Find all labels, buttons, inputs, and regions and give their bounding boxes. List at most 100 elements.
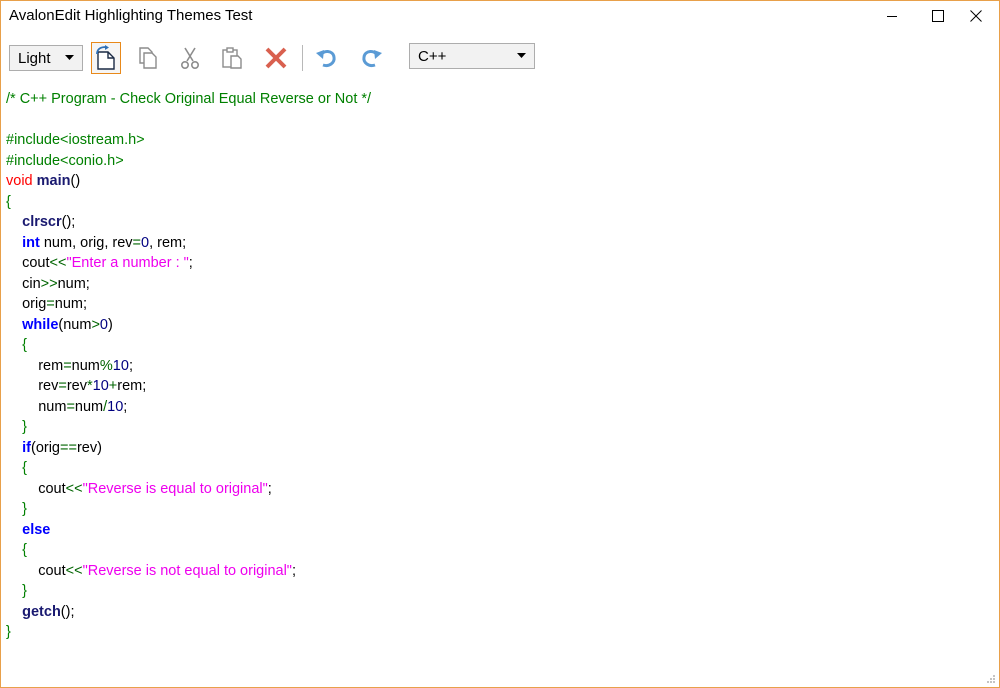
code-token: ;: [267, 480, 272, 497]
code-line[interactable]: {: [6, 192, 989, 213]
code-line[interactable]: cout<<"Reverse is equal to original";: [6, 479, 989, 500]
code-line[interactable]: }: [6, 417, 989, 438]
code-token: <<: [65, 562, 83, 579]
code-line[interactable]: if(orig==rev): [6, 438, 989, 459]
copy-icon: [139, 47, 157, 69]
paste-button[interactable]: [217, 42, 247, 74]
theme-select[interactable]: Light: [9, 45, 83, 71]
code-line[interactable]: {: [6, 458, 989, 479]
toolbar: Light C++: [1, 39, 999, 77]
code-line[interactable]: rem=num%10;: [6, 356, 989, 377]
app-window: AvalonEdit Highlighting Themes Test Ligh…: [0, 0, 1000, 688]
code-line[interactable]: orig=num;: [6, 294, 989, 315]
code-token: rem;: [117, 378, 147, 394]
code-line[interactable]: }: [6, 622, 989, 643]
code-line[interactable]: cout<<"Reverse is not equal to original"…: [6, 561, 989, 582]
code-token: =: [132, 234, 141, 251]
code-token: while: [22, 316, 59, 333]
toolbar-separator: [302, 45, 303, 71]
code-token: cout: [6, 562, 66, 579]
code-token: getch: [22, 603, 61, 620]
code-token: cin: [6, 275, 41, 292]
code-token: }: [22, 583, 27, 599]
code-token: 0: [99, 316, 108, 333]
code-line[interactable]: }: [6, 499, 989, 520]
code-token: rev: [66, 378, 87, 394]
redo-button[interactable]: [356, 42, 386, 74]
chevron-down-icon: [65, 55, 74, 60]
code-line[interactable]: while(num>0): [6, 315, 989, 336]
delete-button[interactable]: [261, 42, 291, 74]
code-token: {: [22, 337, 27, 353]
code-line[interactable]: void main(): [6, 171, 989, 192]
code-token: 10: [107, 398, 124, 415]
code-line[interactable]: /* C++ Program - Check Original Equal Re…: [6, 89, 989, 110]
code-line[interactable]: [6, 110, 989, 131]
copy-button[interactable]: [133, 42, 163, 74]
code-token: "Enter a number : ": [66, 255, 189, 271]
resize-grip-icon[interactable]: [986, 674, 996, 684]
paste-icon: [222, 47, 242, 69]
undo-button[interactable]: [312, 42, 342, 74]
code-token: =: [46, 296, 55, 312]
code-token: }: [22, 419, 27, 435]
code-line[interactable]: cout<<"Enter a number : ";: [6, 253, 989, 274]
redo-icon: [362, 50, 382, 67]
code-token: >>: [40, 275, 58, 292]
code-token: (orig: [30, 439, 60, 456]
code-line[interactable]: num=num/10;: [6, 397, 989, 418]
code-token: {: [22, 542, 27, 558]
cut-icon: [180, 47, 200, 70]
code-line[interactable]: getch();: [6, 602, 989, 623]
minimize-button[interactable]: [869, 1, 915, 31]
code-token: 10: [92, 378, 109, 394]
code-token: int: [22, 234, 40, 251]
delete-icon: [265, 47, 287, 69]
code-token: "Reverse is equal to original": [82, 480, 268, 497]
code-token: 10: [112, 357, 129, 374]
code-token: #include<iostream.h>: [6, 132, 145, 148]
code-token: =: [63, 357, 72, 374]
close-button[interactable]: [953, 1, 999, 31]
code-token: cout: [6, 255, 50, 271]
new-document-button[interactable]: [91, 42, 121, 74]
code-line[interactable]: clrscr();: [6, 212, 989, 233]
code-line[interactable]: int num, orig, rev=0, rem;: [6, 233, 989, 254]
close-icon: [970, 10, 982, 22]
code-token: rev): [76, 439, 102, 456]
title-bar[interactable]: AvalonEdit Highlighting Themes Test: [1, 1, 999, 31]
code-token: <<: [49, 255, 67, 271]
new-document-icon: [96, 45, 115, 70]
code-token: num;: [57, 275, 90, 292]
language-select-value: C++: [418, 48, 447, 65]
code-line[interactable]: }: [6, 581, 989, 602]
theme-select-value: Light: [18, 50, 51, 67]
chevron-down-icon: [517, 53, 526, 58]
code-token: }: [6, 624, 11, 640]
cut-button[interactable]: [175, 42, 205, 74]
maximize-icon: [932, 10, 944, 22]
code-token: (num: [58, 316, 92, 333]
code-line[interactable]: #include<iostream.h>: [6, 130, 989, 151]
code-token: else: [22, 521, 51, 538]
code-line[interactable]: else: [6, 520, 989, 541]
code-token: ): [107, 316, 113, 333]
code-token: rem: [6, 357, 64, 374]
code-line[interactable]: {: [6, 335, 989, 356]
code-token: num, orig, rev: [39, 234, 133, 251]
code-token: <<: [65, 480, 83, 497]
code-line[interactable]: #include<conio.h>: [6, 151, 989, 172]
code-line[interactable]: {: [6, 540, 989, 561]
code-token: cout: [6, 480, 66, 497]
code-line[interactable]: cin>>num;: [6, 274, 989, 295]
language-select[interactable]: C++: [409, 43, 535, 69]
code-editor[interactable]: /* C++ Program - Check Original Equal Re…: [6, 89, 989, 677]
code-line[interactable]: rev=rev*10+rem;: [6, 376, 989, 397]
code-token: rev: [6, 378, 59, 394]
